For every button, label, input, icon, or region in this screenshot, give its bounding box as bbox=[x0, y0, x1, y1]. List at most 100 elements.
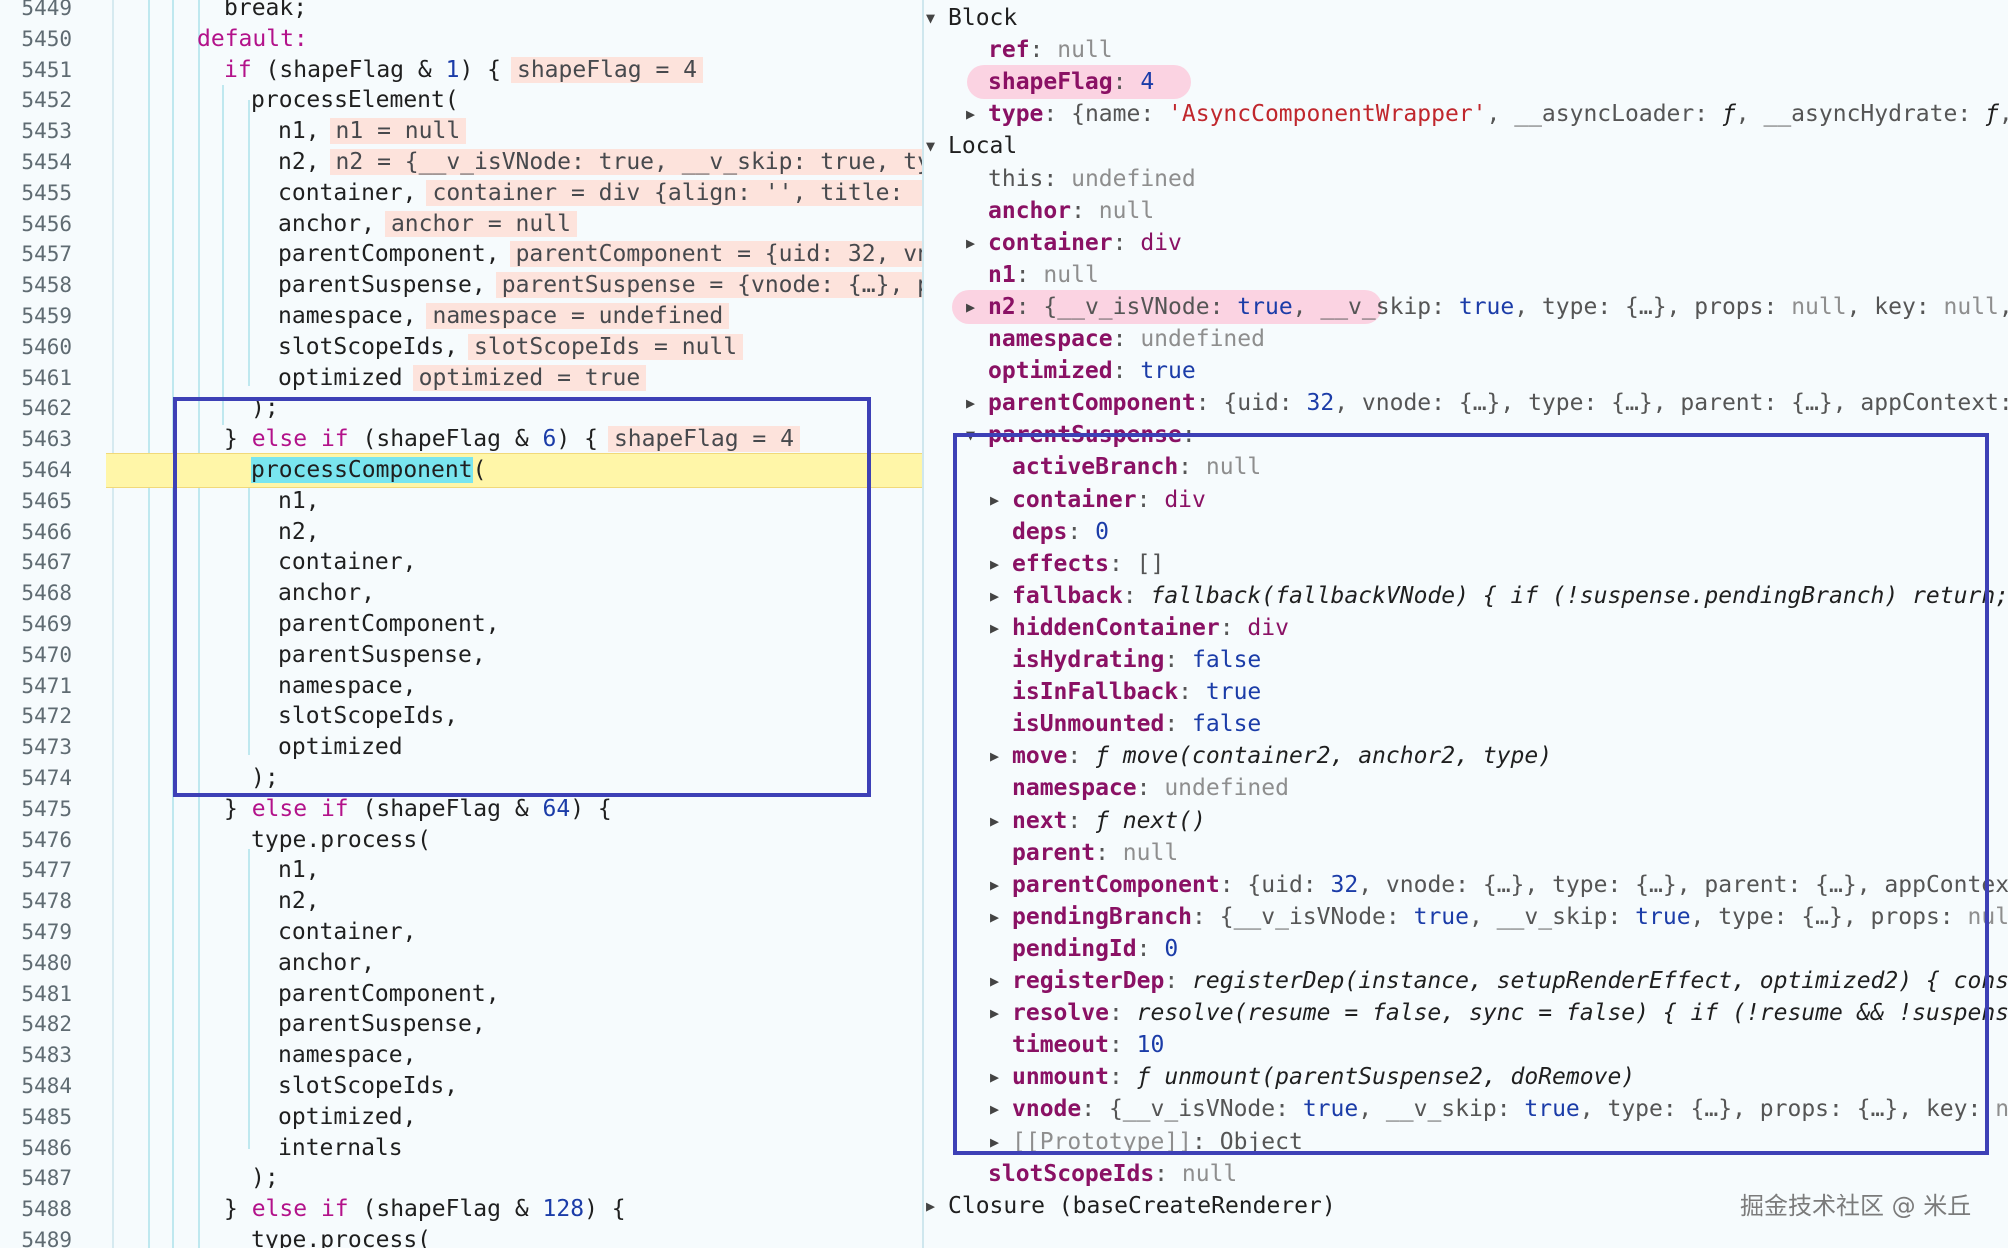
annotation-box-parent-suspense bbox=[953, 433, 1989, 1155]
line-number[interactable]: 5449 bbox=[0, 0, 72, 24]
line-number[interactable]: 5458 bbox=[0, 270, 72, 301]
line-number[interactable]: 5465 bbox=[0, 486, 72, 517]
code-token: slotScopeIds, bbox=[278, 333, 459, 360]
line-number[interactable]: 5472 bbox=[0, 701, 72, 732]
line-number[interactable]: 5457 bbox=[0, 239, 72, 270]
scope-section-header[interactable]: Closure (baseCreateRenderer) bbox=[948, 1193, 1336, 1219]
code-token: n2, bbox=[278, 149, 320, 175]
code-token: parentComponent, bbox=[278, 241, 500, 268]
line-number[interactable]: 5466 bbox=[0, 517, 72, 548]
scope-row-optimized: optimized: true bbox=[924, 355, 2008, 387]
code-line: 5458 parentSuspense, parentSuspense = {vno… bbox=[0, 270, 922, 301]
scope-row-ref: ref: null bbox=[924, 34, 2008, 66]
line-number[interactable]: 5483 bbox=[0, 1040, 72, 1071]
line-number[interactable]: 5486 bbox=[0, 1133, 72, 1164]
line-number[interactable]: 5451 bbox=[0, 55, 72, 86]
scope-row-type[interactable]: ▶ type: {name: 'AsyncComponentWrapper', _… bbox=[924, 98, 2008, 130]
code-text: ); bbox=[251, 1163, 279, 1194]
scope-row-local[interactable]: ▼ Local bbox=[924, 130, 2008, 162]
line-number[interactable]: 5454 bbox=[0, 147, 72, 178]
scope-row-container[interactable]: ▶ container: div bbox=[924, 227, 2008, 259]
line-number[interactable]: 5463 bbox=[0, 424, 72, 455]
line-number[interactable]: 5474 bbox=[0, 763, 72, 794]
code-text: parentSuspense, bbox=[278, 1009, 486, 1040]
line-number[interactable]: 5477 bbox=[0, 855, 72, 886]
line-number[interactable]: 5462 bbox=[0, 393, 72, 424]
code-token: ) { bbox=[570, 795, 612, 822]
line-number[interactable]: 5464 bbox=[0, 455, 72, 486]
code-line: 5451 if (shapeFlag & 1) {shapeFlag = 4 bbox=[0, 55, 922, 86]
line-number[interactable]: 5478 bbox=[0, 886, 72, 917]
line-number[interactable]: 5468 bbox=[0, 578, 72, 609]
collapsed-triangle-icon[interactable]: ▶ bbox=[926, 1190, 935, 1222]
code-line: 5488} else if (shapeFlag & 128) { bbox=[0, 1194, 922, 1225]
scope-row-parentComponent[interactable]: ▶ parentComponent: {uid: 32, vnode: {…}, … bbox=[924, 387, 2008, 419]
expanded-triangle-icon[interactable]: ▼ bbox=[926, 130, 935, 162]
line-number[interactable]: 5489 bbox=[0, 1225, 72, 1248]
line-number[interactable]: 5476 bbox=[0, 825, 72, 856]
line-number[interactable]: 5469 bbox=[0, 609, 72, 640]
line-number[interactable]: 5481 bbox=[0, 979, 72, 1010]
code-line: 5453 n1, n1 = null bbox=[0, 116, 922, 147]
scope-entry: namespace: undefined bbox=[988, 323, 1265, 355]
code-text: } else if (shapeFlag & 64) { bbox=[224, 794, 612, 825]
code-line: 5452 processElement( bbox=[0, 85, 922, 116]
scope-row-n2[interactable]: ▶ n2: {__v_isVNode: true, __v_skip: true,… bbox=[924, 291, 2008, 323]
key-separator: : bbox=[1112, 326, 1141, 352]
number-token: 1 bbox=[445, 56, 460, 83]
scope-section-header[interactable]: Local bbox=[948, 133, 1017, 159]
collapsed-triangle-icon[interactable]: ▶ bbox=[966, 98, 975, 130]
code-text: namespace, namespace = undefined bbox=[278, 301, 730, 332]
line-number[interactable]: 5473 bbox=[0, 732, 72, 763]
line-number[interactable]: 5467 bbox=[0, 547, 72, 578]
line-number[interactable]: 5452 bbox=[0, 85, 72, 116]
line-number[interactable]: 5485 bbox=[0, 1102, 72, 1133]
line-number[interactable]: 5455 bbox=[0, 178, 72, 209]
collapsed-triangle-icon[interactable]: ▶ bbox=[966, 387, 975, 419]
scope-entry: shapeFlag: 4 bbox=[988, 66, 1154, 98]
line-number[interactable]: 5471 bbox=[0, 671, 72, 702]
number-token: 128 bbox=[542, 1196, 585, 1223]
line-number[interactable]: 5475 bbox=[0, 794, 72, 825]
collapsed-triangle-icon[interactable]: ▶ bbox=[966, 291, 975, 323]
inline-value-hint: n1 = null bbox=[329, 118, 467, 145]
scope-section-header[interactable]: Block bbox=[948, 5, 1017, 31]
code-line: 5456 anchor, anchor = null bbox=[0, 209, 922, 240]
code-line: 5481 parentComponent, bbox=[0, 979, 922, 1010]
code-token: optimized bbox=[278, 364, 403, 391]
scope-row-block[interactable]: ▼ Block bbox=[924, 2, 2008, 34]
line-number[interactable]: 5487 bbox=[0, 1163, 72, 1194]
code-line: 5460 slotScopeIds, slotScopeIds = null bbox=[0, 332, 922, 363]
code-token: } bbox=[224, 795, 252, 822]
line-number[interactable]: 5470 bbox=[0, 640, 72, 671]
expanded-triangle-icon[interactable]: ▼ bbox=[926, 2, 935, 34]
collapsed-triangle-icon[interactable]: ▶ bbox=[966, 227, 975, 259]
property-key: container bbox=[988, 229, 1113, 256]
line-number[interactable]: 5479 bbox=[0, 917, 72, 948]
line-number[interactable]: 5459 bbox=[0, 301, 72, 332]
code-line: 5486 internals bbox=[0, 1133, 922, 1164]
keyword-token: if bbox=[224, 56, 252, 83]
property-key: this bbox=[988, 165, 1044, 192]
code-text: optimized optimized = true bbox=[278, 363, 647, 394]
line-number[interactable]: 5461 bbox=[0, 363, 72, 394]
inline-value-hint: container = div {align: '', title: ' bbox=[426, 179, 922, 206]
property-value-part: true bbox=[1237, 293, 1293, 320]
property-value-part: , vnode: {…}, type: {…}, parent: {…}, ap… bbox=[1334, 390, 2008, 417]
scope-entry: Closure (baseCreateRenderer) bbox=[948, 1190, 1336, 1222]
line-number[interactable]: 5453 bbox=[0, 116, 72, 147]
line-number[interactable]: 5482 bbox=[0, 1009, 72, 1040]
property-value-part: null bbox=[1791, 293, 1847, 320]
scope-row-anchor: anchor: null bbox=[924, 195, 2008, 227]
property-key: parentComponent bbox=[988, 390, 1196, 417]
line-number[interactable]: 5484 bbox=[0, 1071, 72, 1102]
line-number[interactable]: 5460 bbox=[0, 332, 72, 363]
line-number[interactable]: 5456 bbox=[0, 209, 72, 240]
line-number[interactable]: 5488 bbox=[0, 1194, 72, 1225]
line-number[interactable]: 5450 bbox=[0, 24, 72, 55]
property-value-part: , __asyncLoader: bbox=[1486, 101, 1722, 128]
property-value: div bbox=[1140, 229, 1182, 256]
property-value: null bbox=[1181, 1160, 1238, 1187]
line-number[interactable]: 5480 bbox=[0, 948, 72, 979]
